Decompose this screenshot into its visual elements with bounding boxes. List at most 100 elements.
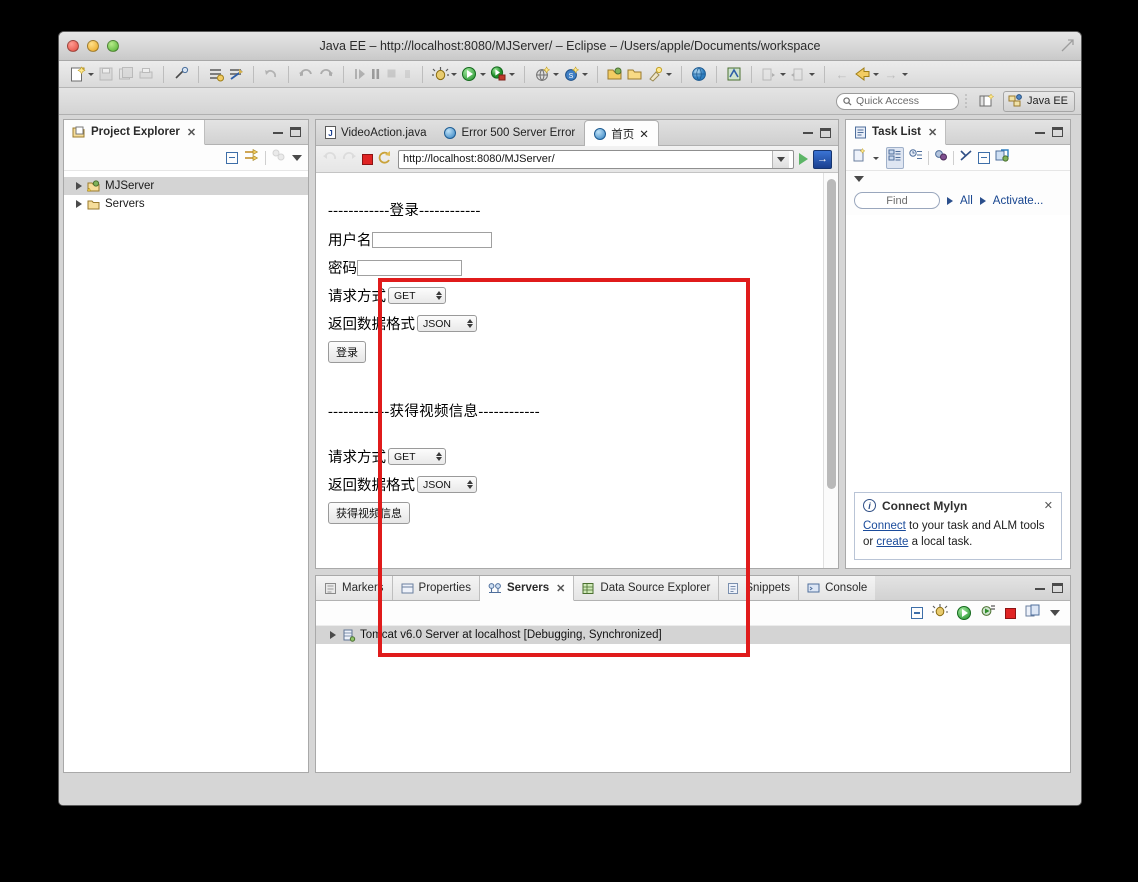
expand-arrow-icon[interactable] [330, 631, 336, 639]
connect-link[interactable]: Connect [863, 520, 906, 532]
collapse-all-icon[interactable] [911, 607, 923, 619]
back-history-icon[interactable] [296, 64, 316, 84]
run-external-tools-dropdown-icon[interactable] [508, 65, 517, 83]
save-all-icon[interactable] [116, 64, 136, 84]
url-dropdown-icon[interactable] [772, 150, 789, 168]
forward-arrow-icon[interactable] [342, 150, 357, 168]
disconnect-icon[interactable] [399, 64, 415, 84]
start-server-icon[interactable] [957, 606, 971, 620]
main-toolbar[interactable]: S ← → [59, 61, 1081, 88]
suspend-icon[interactable] [367, 64, 383, 84]
window-controls[interactable] [67, 40, 119, 52]
open-perspective-button[interactable] [975, 91, 998, 112]
skip-breakpoints-icon[interactable] [226, 64, 246, 84]
perspective-java-ee[interactable]: Java EE [1003, 90, 1075, 112]
minimize-icon[interactable] [1035, 587, 1045, 590]
focus-on-workweek-icon[interactable] [959, 149, 973, 167]
tab-servers[interactable]: Servers ✕ [479, 576, 575, 601]
terminate-icon[interactable] [383, 64, 399, 84]
minimize-icon[interactable] [273, 131, 283, 134]
view-menu-extra-icon[interactable] [272, 149, 286, 167]
collapse-all-icon[interactable] [978, 151, 990, 164]
run-external-tools-icon[interactable] [488, 64, 508, 84]
browser-toolbar[interactable]: http://localhost:8080/MJServer/ → [316, 146, 838, 173]
zoom-window-button[interactable] [107, 40, 119, 52]
task-list-controls[interactable] [1028, 120, 1070, 144]
task-list-body[interactable]: i Connect Mylyn ✕ Connect to your task a… [846, 215, 1070, 568]
project-explorer-toolbar[interactable] [64, 145, 308, 171]
view-menu-icon[interactable] [292, 154, 302, 161]
new-wizard-dropdown-icon[interactable] [87, 65, 96, 83]
response-format-select-video[interactable]: JSON [417, 476, 477, 493]
filter-all-label[interactable]: All [960, 195, 973, 207]
close-window-button[interactable] [67, 40, 79, 52]
maximize-icon[interactable] [1052, 583, 1063, 593]
save-icon[interactable] [96, 64, 116, 84]
new-server-icon[interactable] [532, 64, 552, 84]
open-type-icon[interactable] [605, 64, 625, 84]
collapse-all-icon[interactable] [226, 151, 238, 164]
window-resize-grip-icon[interactable] [1060, 38, 1075, 53]
close-icon[interactable]: ✕ [187, 126, 196, 139]
toggle-breadcrumb-icon[interactable] [171, 64, 191, 84]
activate-label[interactable]: Activate... [993, 195, 1044, 207]
scrollbar-thumb[interactable] [827, 179, 836, 489]
resume-icon[interactable] [351, 64, 367, 84]
new-server-dropdown-icon[interactable] [552, 65, 561, 83]
username-input[interactable] [371, 231, 492, 248]
servers-list[interactable]: Tomcat v6.0 Server at localhost [Debuggi… [316, 626, 1070, 772]
activate-expand-icon[interactable] [979, 196, 986, 205]
build-all-icon[interactable] [206, 64, 226, 84]
password-input[interactable] [357, 259, 462, 276]
tab-project-explorer[interactable]: Project Explorer ✕ [64, 120, 206, 145]
back-arrow-icon[interactable] [322, 150, 337, 168]
new-connection-icon[interactable]: S [561, 64, 581, 84]
request-method-select-login[interactable]: GET [388, 287, 446, 304]
run-dropdown-icon[interactable] [479, 65, 488, 83]
restore-tasks-icon[interactable] [995, 148, 1009, 167]
new-task-dropdown-icon[interactable] [872, 149, 881, 167]
new-java-project-icon[interactable] [724, 64, 744, 84]
editor-controls[interactable] [796, 120, 838, 145]
next-annotation-dropdown-icon[interactable] [779, 65, 788, 83]
previous-annotation-icon[interactable] [788, 64, 808, 84]
scheduled-presentation-icon[interactable] [909, 148, 923, 167]
maximize-icon[interactable] [820, 127, 831, 138]
maximize-icon[interactable] [1052, 127, 1063, 137]
expand-arrow-icon[interactable] [76, 182, 82, 190]
tab-task-list[interactable]: Task List ✕ [846, 120, 947, 145]
task-list-filter-row[interactable]: Find All Activate... [846, 186, 1070, 215]
tab-shouye[interactable]: 首页 ✕ [584, 120, 659, 146]
response-format-select-login[interactable]: JSON [417, 315, 477, 332]
next-nav-dropdown-icon[interactable] [901, 65, 910, 83]
project-tree[interactable]: MJServer Servers [64, 171, 308, 772]
request-method-select-video[interactable]: GET [388, 448, 446, 465]
maximize-icon[interactable] [290, 127, 301, 137]
open-external-browser-icon[interactable]: → [813, 149, 832, 169]
minimize-icon[interactable] [803, 131, 813, 134]
minimize-icon[interactable] [1035, 131, 1045, 134]
new-wizard-icon[interactable] [67, 64, 87, 84]
tree-item-servers[interactable]: Servers [64, 195, 308, 213]
debug-server-icon[interactable] [932, 603, 948, 623]
close-icon[interactable]: ✕ [1044, 499, 1053, 512]
next-annotation-icon[interactable] [759, 64, 779, 84]
refresh-icon[interactable] [378, 150, 393, 169]
tab-properties[interactable]: Properties [392, 576, 480, 600]
get-video-info-button[interactable]: 获得视频信息 [328, 502, 410, 524]
next-nav-icon[interactable]: → [881, 64, 901, 84]
stop-icon[interactable] [362, 153, 373, 165]
tab-markers[interactable]: Markers [316, 576, 393, 600]
undo-icon[interactable] [261, 64, 281, 84]
open-task-icon[interactable] [625, 64, 645, 84]
tab-videoaction-java[interactable]: J VideoAction.java [316, 120, 435, 145]
debug-icon[interactable] [430, 64, 450, 84]
login-button[interactable]: 登录 [328, 341, 366, 363]
profile-server-icon[interactable] [980, 603, 996, 623]
search-icon[interactable] [645, 64, 665, 84]
categorized-presentation-icon[interactable] [886, 146, 904, 169]
publish-server-icon[interactable] [1025, 604, 1041, 623]
minimize-window-button[interactable] [87, 40, 99, 52]
run-icon[interactable] [459, 64, 479, 84]
stop-server-icon[interactable] [1005, 607, 1016, 619]
